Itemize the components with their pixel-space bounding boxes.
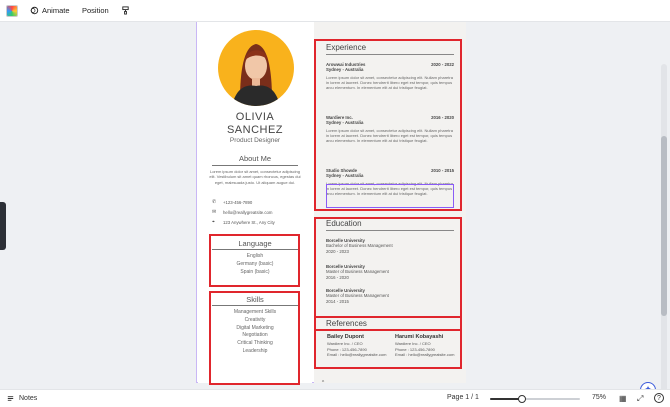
- language-highlight-box: [209, 234, 300, 287]
- animate-label: Animate: [42, 6, 70, 15]
- contact-address[interactable]: ⌖ 123 Anywhere St., Any City: [212, 219, 275, 226]
- selected-text-box[interactable]: [326, 184, 454, 208]
- help-icon[interactable]: ?: [654, 393, 664, 403]
- skills-highlight-box: [209, 291, 300, 385]
- side-panel-toggle[interactable]: [0, 202, 6, 250]
- grid-view-icon[interactable]: ▦: [619, 394, 627, 403]
- about-text[interactable]: Lorem ipsum dolor sit amet, consectetur …: [208, 169, 302, 185]
- paint-format-icon: [122, 6, 129, 15]
- top-toolbar: Animate Position: [0, 0, 670, 22]
- notes-icon: [7, 396, 14, 401]
- chevron-up-icon[interactable]: ^: [318, 380, 328, 386]
- vertical-scrollbar[interactable]: [661, 64, 667, 389]
- notes-label: Notes: [19, 395, 38, 402]
- contact-phone[interactable]: ✆ +123-456-7890: [212, 199, 253, 206]
- references-highlight-box: [314, 316, 462, 369]
- bottom-bar: Notes Page 1 / 1 75% ▦ ⤢ ?: [0, 389, 670, 407]
- about-heading[interactable]: About Me: [198, 154, 312, 163]
- zoom-slider-fill: [490, 398, 522, 400]
- last-name[interactable]: SANCHEZ: [198, 124, 312, 136]
- location-icon: ⌖: [212, 219, 215, 225]
- about-divider: [212, 165, 298, 166]
- profile-photo[interactable]: [218, 30, 294, 106]
- zoom-level[interactable]: 75%: [592, 394, 606, 401]
- first-name[interactable]: OLIVIA: [198, 111, 312, 123]
- job-title[interactable]: Product Designer: [198, 137, 312, 144]
- zoom-slider[interactable]: [490, 395, 580, 403]
- contact-email[interactable]: ✉ hello@reallygreatsite.com: [212, 209, 273, 216]
- portrait-image: [232, 44, 280, 106]
- animate-button[interactable]: Animate: [30, 6, 70, 15]
- phone-icon: ✆: [212, 199, 217, 205]
- paint-format-button[interactable]: [121, 6, 130, 15]
- position-button[interactable]: Position: [82, 6, 109, 15]
- email-icon: ✉: [212, 209, 217, 215]
- position-label: Position: [82, 6, 109, 15]
- contact-phone-text: +123-456-7890: [223, 200, 253, 205]
- editor-canvas: OLIVIA SANCHEZ Product Designer About Me…: [0, 22, 670, 389]
- fullscreen-icon[interactable]: ⤢: [637, 394, 643, 404]
- zoom-slider-handle[interactable]: [517, 395, 526, 403]
- education-highlight-box: [314, 217, 462, 331]
- contact-email-text: hello@reallygreatsite.com: [223, 210, 273, 215]
- notes-button[interactable]: Notes: [6, 394, 37, 403]
- color-swatch-icon[interactable]: [6, 5, 18, 17]
- animate-icon: [30, 6, 39, 15]
- contact-address-text: 123 Anywhere St., Any City: [223, 220, 275, 225]
- scrollbar-thumb[interactable]: [661, 136, 667, 316]
- magic-assistant-button[interactable]: ✦: [640, 382, 656, 389]
- page-indicator[interactable]: Page 1 / 1: [447, 394, 479, 401]
